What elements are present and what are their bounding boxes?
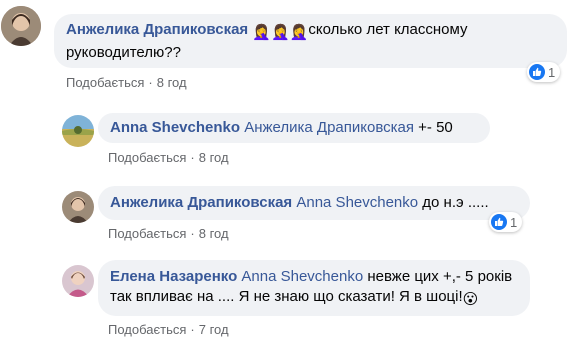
comment-text: +- 50: [418, 119, 453, 136]
comment-text-continued: так впливає на .... Я не знаю що сказати…: [110, 288, 463, 305]
reaction-count: 1: [548, 64, 556, 80]
user-photo-icon: [62, 265, 94, 297]
comment-text: невже цих +,- 5 років: [367, 268, 513, 285]
comment-author[interactable]: Анжелика Драпиковская: [110, 194, 292, 211]
avatar[interactable]: [62, 115, 94, 147]
comment-meta: Подобається · 8 год: [108, 150, 229, 165]
comment-meta: Подобається · 8 год: [66, 75, 187, 90]
comment-author[interactable]: Anna Shevchenko: [110, 119, 240, 136]
reaction-count: 1: [510, 214, 518, 230]
user-photo-icon: [1, 6, 41, 46]
like-link[interactable]: Подобається: [108, 322, 186, 337]
comment-bubble: Елена Назаренко Anna Shevchenko невже ци…: [98, 260, 530, 316]
timestamp[interactable]: 8 год: [199, 150, 229, 165]
thumbs-up-icon: [491, 214, 507, 230]
comment-bubble: Anna Shevchenko Анжелика Драпиковская +-…: [98, 113, 490, 143]
comment-author[interactable]: Анжелика Драпиковская: [66, 21, 248, 38]
reaction-badge[interactable]: 1: [527, 62, 561, 82]
like-link[interactable]: Подобається: [66, 75, 144, 90]
shocked-face-emoji-icon: 😮: [462, 291, 479, 308]
like-link[interactable]: Подобається: [108, 150, 186, 165]
comment-meta: Подобається · 8 год: [108, 226, 229, 241]
avatar[interactable]: [62, 265, 94, 297]
user-photo-icon: [62, 191, 94, 223]
facepalm-emoji-icon: 🤦‍♀️🤦‍♀️🤦‍♀️: [252, 24, 309, 41]
avatar[interactable]: [62, 191, 94, 223]
mention-link[interactable]: Anna Shevchenko: [296, 194, 418, 211]
timestamp[interactable]: 8 год: [199, 226, 229, 241]
comment-bubble: Анжелика Драпиковская Anna Shevchenko до…: [98, 186, 530, 220]
user-photo-icon: [62, 115, 94, 147]
like-link[interactable]: Подобається: [108, 226, 186, 241]
comment-meta: Подобається · 7 год: [108, 322, 229, 337]
timestamp[interactable]: 7 год: [199, 322, 229, 337]
comment-bubble: Анжелика Драпиковская 🤦‍♀️🤦‍♀️🤦‍♀️скольк…: [54, 14, 567, 68]
comment-text-continued: руководителю??: [66, 44, 181, 61]
timestamp[interactable]: 8 год: [157, 75, 187, 90]
reaction-badge[interactable]: 1: [489, 212, 523, 232]
mention-link[interactable]: Анжелика Драпиковская: [244, 119, 414, 136]
avatar[interactable]: [1, 6, 41, 46]
comment-author[interactable]: Елена Назаренко: [110, 268, 237, 285]
thumbs-up-icon: [529, 64, 545, 80]
comment-text: сколько лет классному: [308, 21, 468, 38]
comment-text: до н.э .....: [422, 194, 489, 211]
mention-link[interactable]: Anna Shevchenko: [241, 268, 363, 285]
